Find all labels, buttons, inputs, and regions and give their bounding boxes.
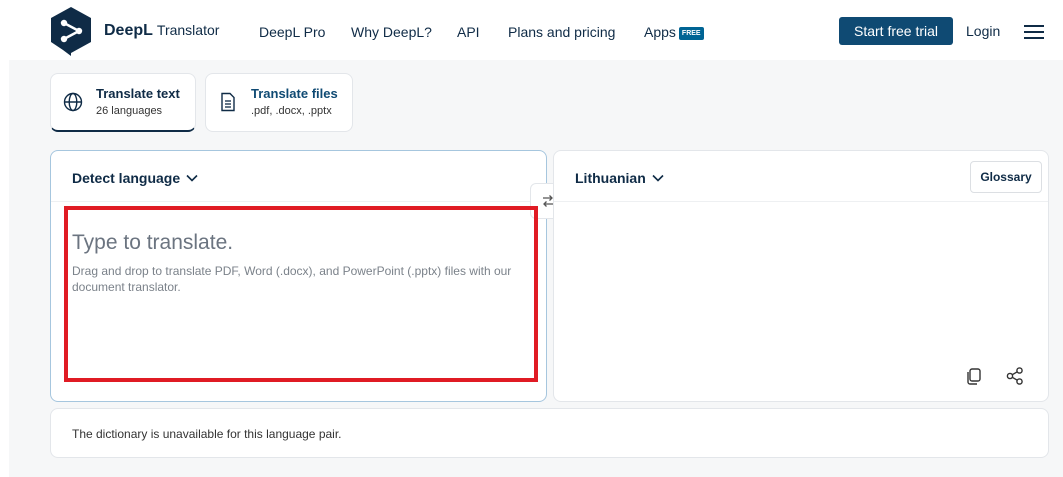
share-icon[interactable] — [1005, 366, 1025, 386]
dictionary-panel: The dictionary is unavailable for this l… — [50, 408, 1049, 458]
brand-subtitle: Translator — [156, 22, 220, 38]
tab-translate-files-title: Translate files — [251, 86, 338, 101]
drag-drop-hint: Drag and drop to translate PDF, Word (.d… — [72, 264, 512, 294]
start-free-trial-button[interactable]: Start free trial — [839, 17, 953, 45]
login-link[interactable]: Login — [966, 23, 1000, 39]
document-icon — [221, 92, 235, 112]
source-language-label: Detect language — [72, 170, 181, 186]
target-language-label: Lithuanian — [575, 170, 646, 186]
free-badge: FREE — [678, 27, 704, 40]
target-panel: Lithuanian Glossary — [553, 150, 1049, 402]
tab-translate-text-subtitle: 26 languages — [96, 105, 163, 117]
tab-translate-files[interactable]: Translate files .pdf, .docx, .pptx — [205, 73, 353, 132]
top-header: DeepL Translator DeepL Pro Why DeepL? AP… — [0, 0, 1063, 60]
tab-translate-text[interactable]: Translate text 26 languages — [50, 73, 196, 132]
globe-icon — [63, 92, 83, 112]
chevron-down-icon — [652, 174, 664, 182]
brand-name: DeepL — [104, 22, 153, 39]
copy-icon[interactable] — [964, 366, 984, 386]
source-language-select[interactable]: Detect language — [72, 170, 198, 186]
brand[interactable]: DeepL Translator — [104, 22, 219, 40]
menu-icon[interactable] — [1024, 24, 1044, 40]
nav-why-deepl[interactable]: Why DeepL? — [351, 24, 432, 40]
source-text-input[interactable]: Type to translate. — [72, 231, 233, 255]
tab-translate-files-subtitle: .pdf, .docx, .pptx — [251, 105, 332, 117]
dictionary-message: The dictionary is unavailable for this l… — [72, 427, 342, 441]
source-panel-header: Detect language — [51, 151, 546, 202]
nav-deepl-pro[interactable]: DeepL Pro — [259, 24, 325, 40]
nav-apps[interactable]: Apps FREE — [644, 24, 704, 40]
nav-api[interactable]: API — [457, 24, 480, 40]
tab-translate-text-title: Translate text — [96, 86, 180, 101]
chevron-down-icon — [186, 174, 198, 182]
source-panel: Detect language Type to translate. Drag … — [50, 150, 547, 402]
glossary-button[interactable]: Glossary — [970, 161, 1042, 193]
nav-plans-pricing[interactable]: Plans and pricing — [508, 24, 615, 40]
target-panel-header: Lithuanian Glossary — [554, 151, 1048, 202]
target-language-select[interactable]: Lithuanian — [575, 170, 664, 186]
nav-apps-label: Apps — [644, 24, 676, 40]
deepl-logo-icon[interactable] — [49, 6, 93, 56]
